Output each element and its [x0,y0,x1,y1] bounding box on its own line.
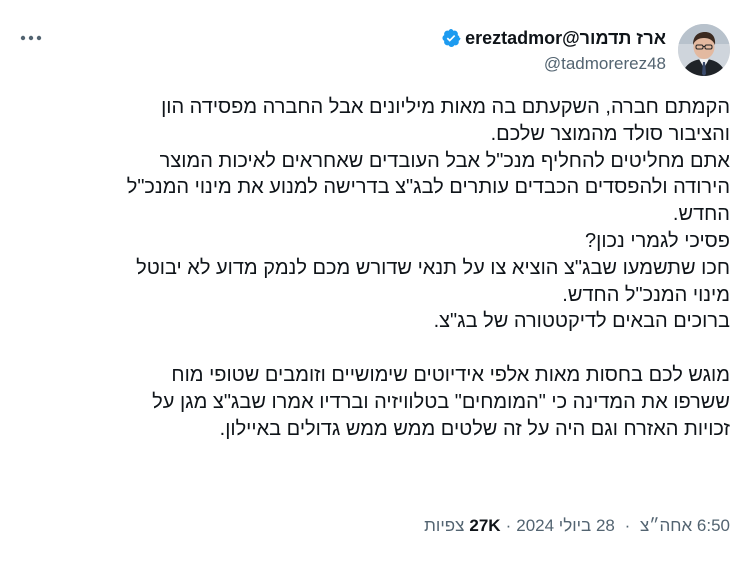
tweet-text-line: הקמתם חברה, השקעתם בה מאות מיליונים אבל … [161,96,730,118]
tweet-text-line: זכויות האזרח וגם היה על זה שלטים ממש ממש… [219,417,730,440]
tweet-text-line: ששרפו את המדינה כי "המומחים" בטלוויזיה ו… [152,390,730,413]
tweet-text-line: והציבור סולד מהמוצר שלכם. [490,122,730,145]
tweet-date: 28 ביולי 2024 [516,516,615,535]
tweet-time: 6:50 אחה״צ [640,516,730,535]
views-count: 27K [469,516,501,535]
verified-badge-icon[interactable] [441,28,461,48]
avatar[interactable] [678,24,730,76]
tweet-timestamp[interactable]: 6:50 אחה״צ · 28 ביולי 2024 [516,516,730,536]
tweet-text-line: פסיכי לגמרי נכון? [585,229,730,252]
tweet-text: הקמתם חברה, השקעתם בה מאות מיליונים אבל … [18,94,730,442]
tweet-text-line: ברוכים הבאים לדיקטטורה של בג"צ. [433,310,730,333]
tweet: ארז תדמור@ereztadmor @tadmorerez48 הקמתם… [0,0,752,564]
person-avatar-icon [678,24,730,76]
author-handle[interactable]: @tadmorerez48 [441,54,666,74]
tweet-author: ארז תדמור@ereztadmor @tadmorerez48 [441,26,666,74]
ellipsis-icon [20,35,42,41]
tweet-meta: 6:50 אחה״צ · 28 ביולי 2024 · 27K צפיות [424,516,730,536]
tweet-text-line: אתם מחליטים להחליף מנכ"ל אבל העובדים שאח… [159,149,730,172]
meta-separator: · [624,516,631,535]
views-label: צפיות [424,516,465,535]
meta-separator: · [505,516,512,535]
more-options-button[interactable] [14,26,48,50]
author-name-row: ארז תדמור@ereztadmor [441,26,666,50]
tweet-text-line: הירודה ולהפסדים הכבדים עותרים לבג"צ בדרי… [126,176,730,199]
tweet-text-line: מוגש לכם בחסות מאות אלפי אידיוטים שימושי… [171,363,730,386]
tweet-text-line: מינוי המנכ"ל החדש. [562,283,730,306]
tweet-text-line: חכו שתשמעו שבג"צ הוציא צו על תנאי שדורש … [136,256,730,279]
author-display-name[interactable]: ארז תדמור@ereztadmor [465,28,666,49]
tweet-text-line: החדש. [672,203,730,226]
